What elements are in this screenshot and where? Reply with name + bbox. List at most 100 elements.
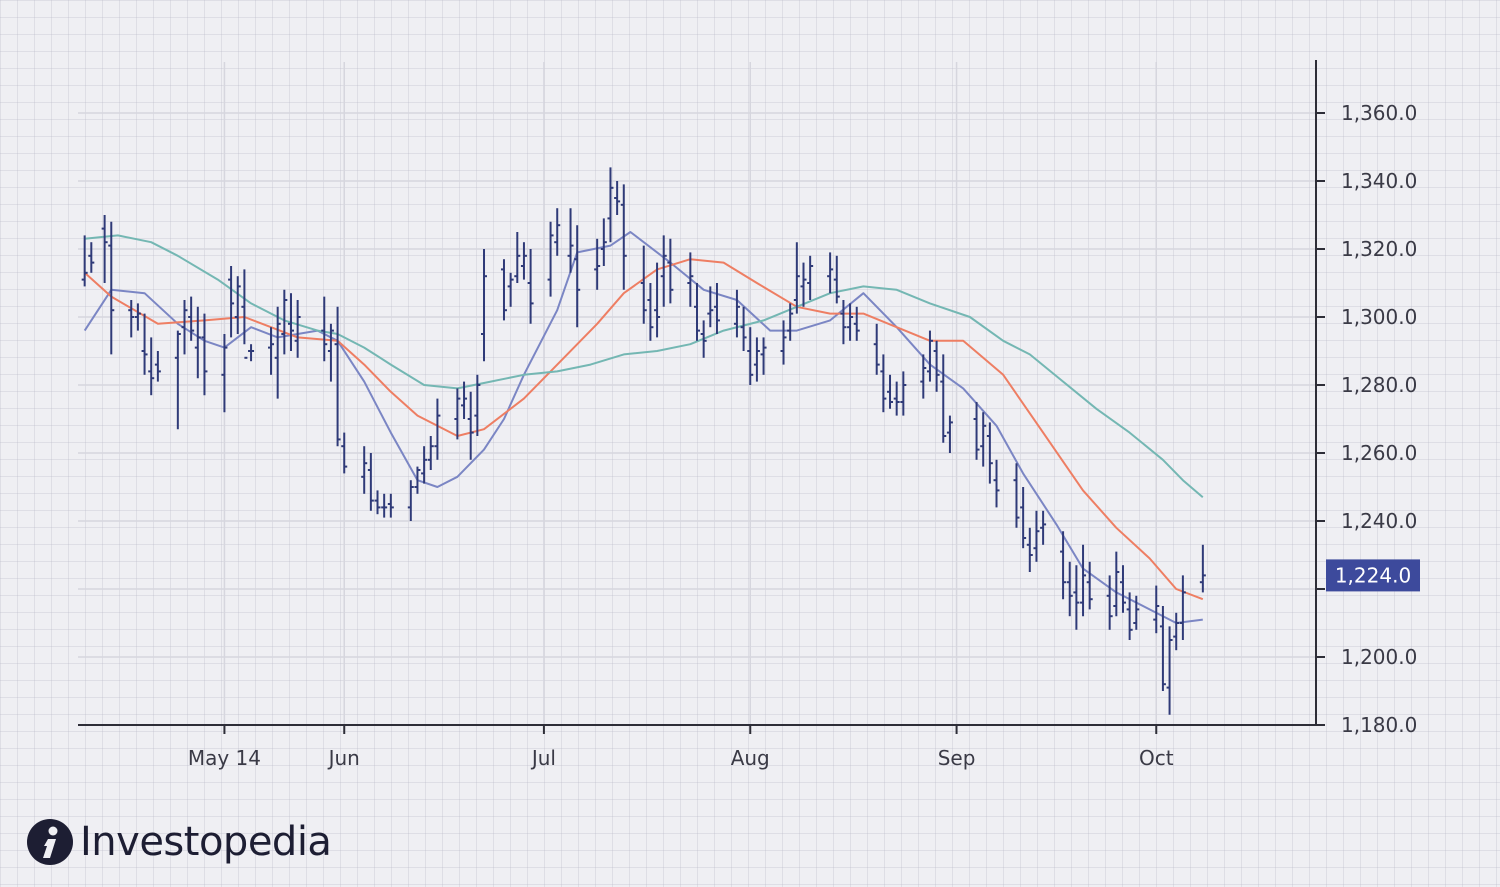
ohlc-bar bbox=[887, 374, 894, 409]
y-tick-label: 1,200.0 bbox=[1341, 645, 1417, 669]
investopedia-logo: Investopedia bbox=[26, 816, 332, 868]
y-tick-label: 1,320.0 bbox=[1341, 237, 1417, 261]
ohlc-bar bbox=[780, 320, 787, 365]
ohlc-bar bbox=[1013, 463, 1020, 528]
y-tick-label: 1,360.0 bbox=[1341, 101, 1417, 125]
y-tick-labels: 1,180.0 1,200.0 1,240.0 1,260.0 1,280.0 1,300… bbox=[1341, 101, 1417, 737]
ohlc-bar bbox=[128, 300, 135, 338]
ohlc-bar bbox=[141, 313, 148, 375]
ohlc-bar bbox=[827, 252, 834, 294]
ohlc-bar bbox=[654, 262, 661, 338]
ohlc-bar bbox=[1173, 612, 1180, 651]
y-tick-label: 1,300.0 bbox=[1341, 305, 1417, 329]
ohlc-bar bbox=[1199, 544, 1206, 593]
ohlc-bar bbox=[1166, 626, 1173, 715]
ohlc-bar bbox=[1106, 575, 1113, 630]
ohlc-bar bbox=[1040, 510, 1047, 545]
ohlc-bar bbox=[421, 446, 428, 484]
ohlc-bar bbox=[434, 398, 441, 460]
ohlc-bar bbox=[747, 327, 754, 385]
ohlc-bar bbox=[873, 323, 880, 375]
y-tick-label: 1,260.0 bbox=[1341, 441, 1417, 465]
ohlc-bar bbox=[108, 221, 115, 355]
ohlc-bar bbox=[514, 232, 521, 283]
ohlc-bar bbox=[1113, 551, 1120, 617]
ohlc-bar bbox=[713, 283, 720, 334]
ohlc-bar bbox=[614, 181, 621, 215]
ohlc-bar bbox=[334, 306, 341, 447]
ohlc-bar bbox=[281, 289, 288, 355]
y-tick-label: 1,240.0 bbox=[1341, 509, 1417, 533]
ohlc-bar bbox=[880, 354, 887, 413]
y-tick-label: 1,280.0 bbox=[1341, 373, 1417, 397]
ohlc-bar bbox=[660, 235, 667, 307]
x-tick-label: Jun bbox=[327, 746, 360, 770]
ohlc-bar bbox=[174, 330, 181, 430]
ohlc-bar bbox=[374, 490, 381, 515]
ohlc-bar bbox=[527, 249, 534, 324]
ohlc-bar bbox=[640, 245, 647, 324]
y-tick-label: 1,180.0 bbox=[1341, 713, 1417, 737]
ohlc-bar bbox=[407, 480, 414, 521]
ohlc-bar bbox=[467, 391, 474, 460]
last-price-tag: 1,224.0 bbox=[1326, 559, 1420, 592]
ohlc-bar bbox=[1033, 510, 1040, 562]
ohlc-bar bbox=[760, 337, 767, 375]
ohlc-bar bbox=[381, 493, 388, 518]
x-tick-label: Sep bbox=[938, 746, 976, 770]
ohlc-bar bbox=[154, 351, 161, 382]
ohlc-bar bbox=[647, 283, 654, 341]
ohlc-bar bbox=[807, 255, 814, 300]
ohlc-bar bbox=[853, 306, 860, 341]
price-chart: May 14 Jun Jul Aug Sep Oct 1,180.0 1,200.0 1,24… bbox=[78, 60, 1420, 770]
ohlc-bar bbox=[1080, 544, 1087, 617]
ohlc-bar bbox=[980, 412, 987, 467]
ohlc-bar bbox=[547, 221, 554, 297]
x-tick-label: Oct bbox=[1139, 746, 1174, 770]
ohlc-bar bbox=[946, 415, 953, 453]
x-tick-labels: May 14 Jun Jul Aug Sep Oct bbox=[188, 746, 1174, 770]
ohlc-bar bbox=[594, 238, 601, 290]
ohlc-bar bbox=[294, 300, 301, 358]
ohlc-bar bbox=[993, 459, 1000, 508]
ohlc-bar bbox=[500, 259, 507, 321]
x-tick-label: Aug bbox=[731, 746, 770, 770]
ohlc-bar bbox=[753, 337, 760, 382]
ohlc-bar bbox=[973, 402, 980, 460]
ohlc-bar bbox=[574, 225, 581, 328]
ohlc-bar bbox=[900, 371, 907, 416]
ohlc-bar bbox=[1026, 527, 1033, 572]
ohlc-bar bbox=[241, 269, 248, 359]
ohlc-bar bbox=[920, 354, 927, 399]
ohlc-bar bbox=[600, 218, 607, 266]
ohlc-bar bbox=[454, 388, 461, 440]
ohlc-bar bbox=[740, 306, 747, 351]
ohlc-bar bbox=[181, 300, 188, 355]
ohlc-bar bbox=[148, 337, 155, 396]
ohlc-bar bbox=[926, 330, 933, 382]
x-tick-label: May 14 bbox=[188, 746, 261, 770]
investopedia-logo-icon bbox=[27, 819, 73, 865]
ohlc-bar bbox=[234, 276, 241, 334]
ohlc-bar bbox=[793, 242, 800, 314]
ohlc-bar bbox=[1159, 606, 1166, 691]
chart-axes bbox=[78, 60, 1325, 734]
y-tick-label: 1,340.0 bbox=[1341, 169, 1417, 193]
ohlc-bar bbox=[800, 262, 807, 307]
ohlc-bar bbox=[694, 283, 700, 341]
ohlc-bar bbox=[387, 493, 394, 518]
ohlc-bar bbox=[81, 235, 88, 287]
ohlc-bar bbox=[367, 453, 374, 511]
ohlc-bar bbox=[228, 266, 235, 338]
ohlc-bar bbox=[893, 381, 900, 416]
ohlc-bar bbox=[940, 354, 947, 443]
ohlc-bar bbox=[1153, 585, 1160, 634]
last-price-label: 1,224.0 bbox=[1335, 563, 1411, 587]
ohlc-bar bbox=[321, 296, 328, 362]
ohlc-bar bbox=[733, 289, 740, 338]
ohlc-bar bbox=[933, 340, 940, 392]
ohlc-bar bbox=[201, 313, 208, 396]
ohlc-bar bbox=[833, 255, 840, 304]
ohlc-bar bbox=[1179, 575, 1186, 640]
ohlc-bar bbox=[88, 242, 95, 273]
